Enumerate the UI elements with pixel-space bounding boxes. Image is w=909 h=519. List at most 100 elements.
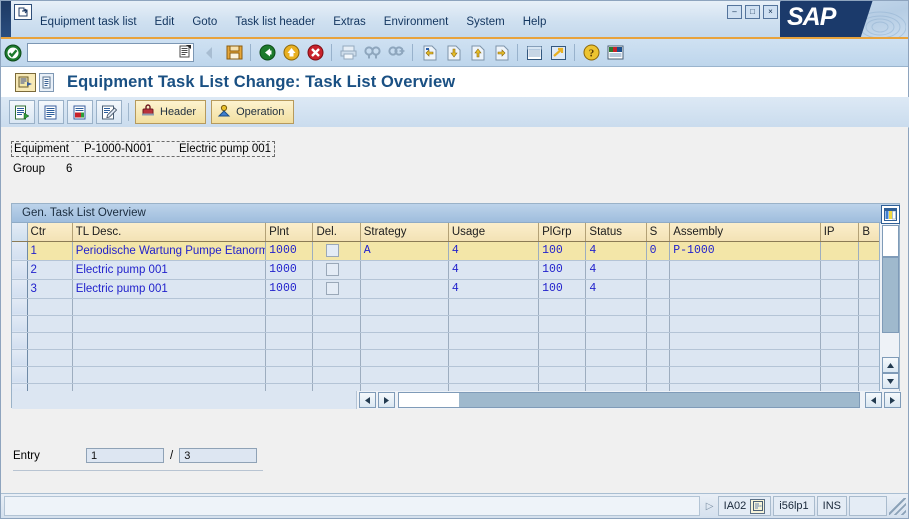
cell-del[interactable] bbox=[312, 279, 361, 299]
menu-item-environment[interactable]: Environment bbox=[375, 15, 458, 30]
cell-strategy[interactable] bbox=[360, 298, 449, 316]
cell-assembly[interactable]: P-1000 bbox=[669, 241, 821, 261]
resize-grip[interactable] bbox=[889, 497, 906, 515]
cell-plnt[interactable]: 1000 bbox=[265, 241, 314, 261]
menu-item-task-list-header[interactable]: Task list header bbox=[226, 15, 324, 30]
status-transaction-cell[interactable]: IA02 bbox=[717, 496, 772, 516]
cell-b[interactable] bbox=[858, 279, 881, 299]
cell-plnt[interactable] bbox=[265, 315, 314, 333]
cell-status[interactable] bbox=[585, 366, 647, 384]
cell-b[interactable] bbox=[858, 298, 881, 316]
column-header-ip[interactable]: IP bbox=[820, 223, 860, 242]
delete-checkbox[interactable] bbox=[326, 281, 340, 295]
entry-current-field[interactable]: 1 bbox=[86, 448, 164, 463]
status-system-cell[interactable]: i56lp1 bbox=[773, 496, 815, 516]
column-header-b[interactable]: B bbox=[858, 223, 881, 242]
column-header-strategy[interactable]: Strategy bbox=[360, 223, 449, 242]
cell-b[interactable] bbox=[858, 241, 881, 261]
scroll-right-button-right[interactable] bbox=[884, 392, 901, 408]
minimize-button[interactable]: – bbox=[727, 5, 742, 19]
cell-usage[interactable]: 4 bbox=[448, 279, 540, 299]
column-header-del[interactable]: Del. bbox=[312, 223, 361, 242]
cell-plgrp[interactable]: 100 bbox=[538, 260, 587, 280]
table-row[interactable]: 1 Periodische Wartung Pumpe Etanorm 1000… bbox=[12, 241, 881, 261]
cell-b[interactable] bbox=[858, 366, 881, 384]
row-selector[interactable] bbox=[12, 315, 28, 333]
cell-assembly[interactable] bbox=[669, 332, 821, 350]
cell-usage[interactable] bbox=[448, 332, 540, 350]
cell-usage[interactable] bbox=[448, 366, 540, 384]
row-selector[interactable] bbox=[12, 298, 28, 316]
cell-plnt[interactable]: 1000 bbox=[265, 260, 314, 280]
grid-vertical-scrollbar[interactable] bbox=[879, 205, 900, 391]
back-green-icon[interactable] bbox=[256, 42, 278, 63]
cell-usage[interactable] bbox=[448, 315, 540, 333]
scroll-left-button[interactable] bbox=[359, 392, 376, 408]
entry-total-field[interactable]: 3 bbox=[179, 448, 258, 463]
create-shortcut-icon[interactable] bbox=[547, 42, 569, 63]
cell-assembly[interactable] bbox=[669, 366, 821, 384]
cell-strategy[interactable] bbox=[360, 315, 449, 333]
scroll-down-button[interactable] bbox=[882, 373, 899, 389]
cell-ip[interactable] bbox=[820, 349, 860, 367]
cell-ctr[interactable] bbox=[27, 366, 73, 384]
cell-ctr[interactable]: 1 bbox=[27, 241, 73, 261]
cell-b[interactable] bbox=[858, 332, 881, 350]
group-value[interactable]: 6 bbox=[66, 163, 72, 175]
cell-plgrp[interactable] bbox=[538, 315, 587, 333]
header-button[interactable]: Header bbox=[135, 100, 207, 124]
cell-strategy[interactable] bbox=[360, 366, 449, 384]
cell-tldesc[interactable] bbox=[72, 366, 267, 384]
column-header-usage[interactable]: Usage bbox=[448, 223, 540, 242]
cell-status[interactable] bbox=[585, 332, 647, 350]
cell-status[interactable] bbox=[585, 349, 647, 367]
command-dropdown-icon[interactable] bbox=[179, 45, 191, 58]
save-icon[interactable] bbox=[223, 42, 245, 63]
task-list-display-icon[interactable] bbox=[9, 100, 35, 124]
cell-plgrp[interactable] bbox=[538, 349, 587, 367]
customize-layout-icon[interactable] bbox=[604, 42, 626, 63]
cell-usage[interactable]: 4 bbox=[448, 241, 540, 261]
cell-del[interactable] bbox=[312, 315, 361, 333]
cell-ctr[interactable] bbox=[27, 315, 73, 333]
column-header-s[interactable]: S bbox=[646, 223, 671, 242]
menu-item-help[interactable]: Help bbox=[514, 15, 556, 30]
table-row[interactable]: 2 Electric pump 001 1000 4 100 4 bbox=[12, 260, 881, 280]
column-header-tldesc[interactable]: TL Desc. bbox=[72, 223, 267, 242]
column-header-status[interactable]: Status bbox=[585, 223, 647, 242]
cell-ip[interactable] bbox=[820, 279, 860, 299]
command-field[interactable] bbox=[27, 43, 194, 62]
cell-ip[interactable] bbox=[820, 260, 860, 280]
cell-s[interactable] bbox=[646, 366, 671, 384]
cell-plnt[interactable] bbox=[265, 349, 314, 367]
table-row[interactable]: 3 Electric pump 001 1000 4 100 4 bbox=[12, 279, 881, 299]
column-header-plnt[interactable]: Plnt bbox=[265, 223, 314, 242]
cell-s[interactable] bbox=[646, 279, 671, 299]
cell-del[interactable] bbox=[312, 349, 361, 367]
cell-strategy[interactable] bbox=[360, 349, 449, 367]
menu-item-equipment-task-list[interactable]: Equipment task list bbox=[31, 15, 146, 30]
cell-assembly[interactable] bbox=[669, 315, 821, 333]
cancel-red-icon[interactable] bbox=[304, 42, 326, 63]
cell-tldesc[interactable]: Electric pump 001 bbox=[72, 260, 267, 280]
column-header-assembly[interactable]: Assembly bbox=[669, 223, 821, 242]
menu-item-system[interactable]: System bbox=[457, 15, 513, 30]
cell-plgrp[interactable]: 100 bbox=[538, 241, 587, 261]
cell-tldesc[interactable]: Periodische Wartung Pumpe Etanorm bbox=[72, 241, 267, 261]
cell-ip[interactable] bbox=[820, 298, 860, 316]
maximize-button[interactable]: □ bbox=[745, 5, 760, 19]
cell-assembly[interactable] bbox=[669, 260, 821, 280]
task-list-detail-icon[interactable] bbox=[67, 100, 93, 124]
cell-status[interactable] bbox=[585, 315, 647, 333]
cell-ip[interactable] bbox=[820, 366, 860, 384]
menu-item-edit[interactable]: Edit bbox=[146, 15, 184, 30]
cell-strategy[interactable] bbox=[360, 332, 449, 350]
scroll-left-button-right[interactable] bbox=[865, 392, 883, 408]
cell-tldesc[interactable] bbox=[72, 315, 267, 333]
cell-s[interactable] bbox=[646, 298, 671, 316]
last-page-icon[interactable] bbox=[490, 42, 512, 63]
cell-s[interactable] bbox=[646, 332, 671, 350]
cell-s[interactable] bbox=[646, 349, 671, 367]
menu-item-goto[interactable]: Goto bbox=[183, 15, 226, 30]
cell-ip[interactable] bbox=[820, 315, 860, 333]
